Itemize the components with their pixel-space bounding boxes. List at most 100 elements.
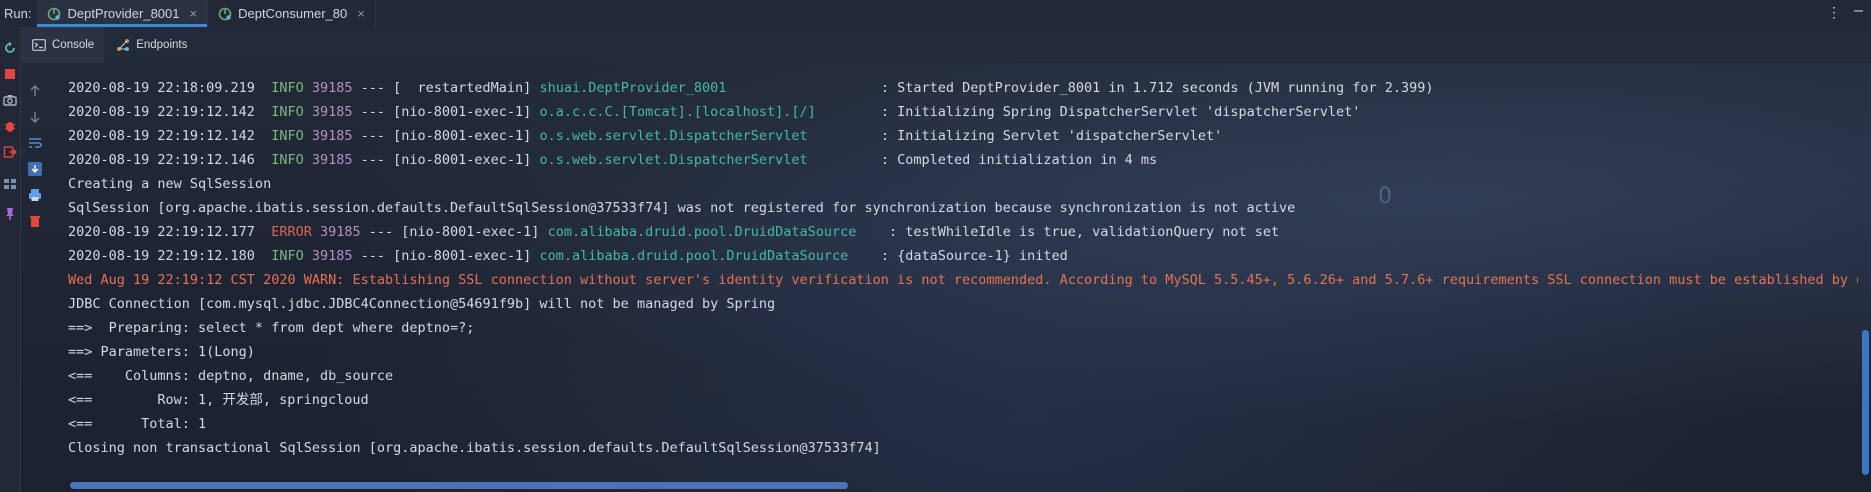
log-message: : Initializing Servlet 'dispatcherServle… <box>880 128 1223 144</box>
log-timestamp: 2020-08-19 22:19:12.180 <box>68 248 255 264</box>
log-level: INFO <box>271 80 304 96</box>
log-timestamp: 2020-08-19 22:18:09.219 <box>68 80 255 96</box>
layout-icon[interactable] <box>3 177 17 191</box>
console-text: JDBC Connection [com.mysql.jdbc.JDBC4Con… <box>68 296 776 312</box>
log-message: : testWhileIdle is true, validationQuery… <box>888 224 1280 240</box>
warning-message: Wed Aug 19 22:19:12 CST 2020 WARN: Estab… <box>68 272 1858 288</box>
console-text: Closing non transactional SqlSession [or… <box>68 440 881 456</box>
log-pid: 39185 <box>311 152 353 168</box>
console-line: 2020-08-19 22:19:12.146 INFO 39185 --- [… <box>68 148 1858 172</box>
console-text: SqlSession [org.apache.ibatis.session.de… <box>68 200 1296 216</box>
console-line: ==> Parameters: 1(Long) <box>68 340 1858 364</box>
stop-icon[interactable] <box>3 67 17 81</box>
run-label: Run: <box>4 6 32 21</box>
camera-icon[interactable] <box>3 93 17 107</box>
console-text: Creating a new SqlSession <box>68 176 272 192</box>
log-pid: 39185 <box>319 224 361 240</box>
log-level: INFO <box>271 128 304 144</box>
vertical-scrollbar[interactable] <box>1862 330 1869 475</box>
console-line: 2020-08-19 22:19:12.142 INFO 39185 --- [… <box>68 100 1858 124</box>
tab-endpoints-label: Endpoints <box>136 39 188 51</box>
log-thread: [nio-8001-exec-1] <box>393 104 532 120</box>
log-logger: o.s.web.servlet.DispatcherServlet <box>539 152 873 168</box>
soft-wrap-icon[interactable] <box>28 136 42 150</box>
rerun-icon[interactable] <box>3 41 17 55</box>
tab-label: DeptProvider_8001 <box>67 6 180 21</box>
console-line: 2020-08-19 22:19:12.142 INFO 39185 --- [… <box>68 124 1858 148</box>
log-message: : Completed initialization in 4 ms <box>880 152 1158 168</box>
console-line: JDBC Connection [com.mysql.jdbc.JDBC4Con… <box>68 292 1858 316</box>
console-line: 2020-08-19 22:18:09.219 INFO 39185 --- [… <box>68 76 1858 100</box>
exit-icon[interactable] <box>3 145 17 159</box>
log-timestamp: 2020-08-19 22:19:12.142 <box>68 104 255 120</box>
log-message: : Started DeptProvider_8001 in 1.712 sec… <box>880 80 1434 96</box>
close-icon[interactable]: × <box>190 6 198 21</box>
log-message: : Initializing Spring DispatcherServlet … <box>880 104 1361 120</box>
console-text: ==> Preparing: select * from dept where … <box>68 320 475 336</box>
tab-label: DeptConsumer_80 <box>238 6 348 21</box>
console-line: Creating a new SqlSession <box>68 172 1858 196</box>
more-options-icon[interactable]: ⋮ <box>1827 4 1841 21</box>
close-icon[interactable]: × <box>357 6 365 21</box>
endpoints-icon <box>117 39 130 51</box>
run-actions-toolbar <box>0 27 21 492</box>
log-thread: [nio-8001-exec-1] <box>393 248 532 264</box>
run-toolbar: Run: DeptProvider_8001 × DeptConsumer_80… <box>0 0 1871 28</box>
log-thread: [nio-8001-exec-1] <box>393 152 532 168</box>
debug-bug-icon[interactable] <box>3 119 17 133</box>
log-logger: shuai.DeptProvider_8001 <box>539 80 873 96</box>
log-timestamp: 2020-08-19 22:19:12.146 <box>68 152 255 168</box>
minimize-icon[interactable]: – <box>1854 2 1863 20</box>
log-level: ERROR <box>271 224 312 240</box>
tab-deptconsumer-80[interactable]: DeptConsumer_80 × <box>208 0 376 27</box>
log-thread: [ restartedMain] <box>393 80 532 96</box>
console-line: Closing non transactional SqlSession [or… <box>68 436 1858 460</box>
console-line: <== Row: 1, 开发部, springcloud <box>68 388 1858 412</box>
log-pid: 39185 <box>311 80 353 96</box>
log-separator: --- <box>352 152 394 168</box>
console-tab-bar: Console Endpoints <box>20 27 1871 63</box>
print-icon[interactable] <box>28 188 42 202</box>
log-timestamp: 2020-08-19 22:19:12.177 <box>68 224 255 240</box>
spring-boot-run-icon <box>48 7 61 20</box>
tab-deptprovider-8001[interactable]: DeptProvider_8001 × <box>37 0 209 27</box>
log-thread: [nio-8001-exec-1] <box>401 224 540 240</box>
console-text: <== Total: 1 <box>68 416 207 432</box>
console-line: 2020-08-19 22:19:12.177 ERROR 39185 --- … <box>68 220 1858 244</box>
log-pid: 39185 <box>311 248 353 264</box>
log-pid: 39185 <box>311 104 353 120</box>
log-timestamp: 2020-08-19 22:19:12.142 <box>68 128 255 144</box>
log-separator: --- <box>352 80 394 96</box>
log-message: : {dataSource-1} inited <box>880 248 1068 264</box>
log-separator: --- <box>360 224 402 240</box>
console-line: SqlSession [org.apache.ibatis.session.de… <box>68 196 1858 220</box>
log-thread: [nio-8001-exec-1] <box>393 128 532 144</box>
console-line: <== Total: 1 <box>68 412 1858 436</box>
tab-console-label: Console <box>52 39 95 51</box>
log-logger: o.a.c.c.C.[Tomcat].[localhost].[/] <box>539 104 873 120</box>
console-line: ==> Preparing: select * from dept where … <box>68 316 1858 340</box>
console-text: ==> Parameters: 1(Long) <box>68 344 255 360</box>
log-level: INFO <box>271 248 304 264</box>
console-text: <== Row: 1, 开发部, springcloud <box>68 392 369 408</box>
tab-endpoints[interactable]: Endpoints <box>104 27 197 63</box>
scroll-up-icon[interactable] <box>28 84 42 98</box>
log-pid: 39185 <box>311 128 353 144</box>
log-separator: --- <box>352 248 394 264</box>
console-line: 2020-08-19 22:19:12.180 INFO 39185 --- [… <box>68 244 1858 268</box>
console-output[interactable]: 2020-08-19 22:18:09.219 INFO 39185 --- [… <box>68 76 1858 476</box>
scroll-to-end-icon[interactable] <box>28 162 42 176</box>
log-logger: com.alibaba.druid.pool.DruidDataSource <box>539 248 873 264</box>
log-separator: --- <box>352 128 394 144</box>
log-level: INFO <box>271 104 304 120</box>
clear-all-icon[interactable] <box>28 214 42 228</box>
console-line: <== Columns: deptno, dname, db_source <box>68 364 1858 388</box>
tab-console[interactable]: Console <box>20 27 105 63</box>
scroll-down-icon[interactable] <box>28 110 42 124</box>
console-line: Wed Aug 19 22:19:12 CST 2020 WARN: Estab… <box>68 268 1858 292</box>
pin-icon[interactable] <box>3 207 17 221</box>
spring-boot-run-icon <box>218 7 232 20</box>
log-separator: --- <box>352 104 394 120</box>
horizontal-scrollbar[interactable] <box>70 482 848 489</box>
log-level: INFO <box>271 152 304 168</box>
